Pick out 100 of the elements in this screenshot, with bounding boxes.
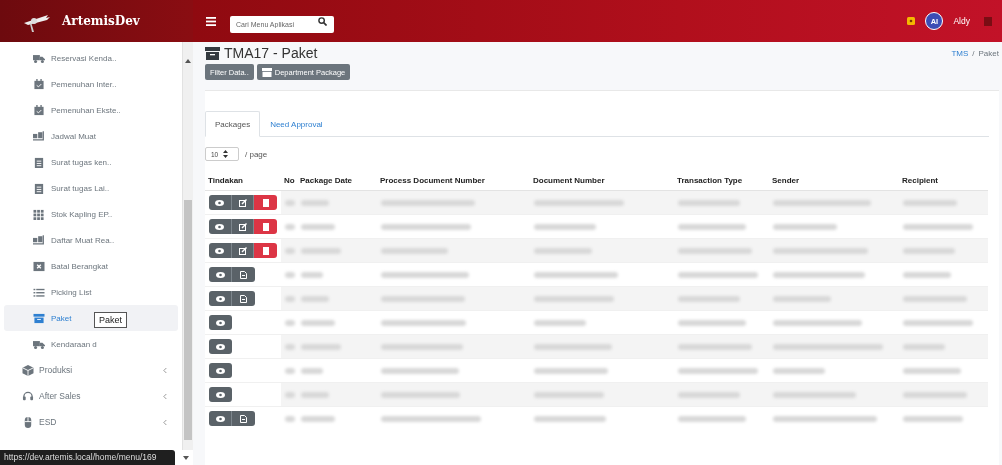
view-button[interactable] xyxy=(209,219,232,234)
column-header: Tindakan xyxy=(205,171,281,191)
column-header[interactable]: Process Document Number xyxy=(377,171,530,191)
sidebar-item[interactable]: Pemenuhan Inter.. xyxy=(4,71,119,97)
column-header[interactable]: Document Number xyxy=(530,171,674,191)
close-box-icon xyxy=(33,260,45,272)
clipboard-icon xyxy=(33,182,45,194)
redacted-text xyxy=(285,247,295,254)
tab[interactable]: Packages xyxy=(205,111,261,137)
redacted-text xyxy=(534,319,586,326)
redacted-text xyxy=(285,367,295,374)
sidebar-item[interactable]: Surat tugas Lai.. xyxy=(4,175,112,201)
edit-button[interactable] xyxy=(231,243,255,258)
mouse-icon xyxy=(22,416,34,428)
page-title: TMA17 - Paket xyxy=(224,45,318,61)
redacted-text xyxy=(678,295,740,302)
view-button[interactable] xyxy=(209,315,232,330)
edit-button[interactable] xyxy=(231,219,255,234)
list-icon xyxy=(33,286,45,298)
redacted-text xyxy=(301,223,335,230)
delete-button[interactable] xyxy=(254,219,277,234)
eye-icon xyxy=(216,367,225,374)
box-icon xyxy=(261,67,272,77)
redacted-text xyxy=(773,295,831,302)
edit-icon xyxy=(238,222,247,231)
menu-icon[interactable] xyxy=(206,16,216,26)
redacted-text xyxy=(773,367,825,374)
scroll-up-icon[interactable] xyxy=(185,59,192,63)
document-button[interactable] xyxy=(232,267,255,282)
eye-icon xyxy=(215,223,225,230)
view-button[interactable] xyxy=(209,291,232,306)
edit-icon xyxy=(238,198,247,207)
redacted-text xyxy=(903,343,945,350)
sidebar-item[interactable]: Surat tugas ken.. xyxy=(4,149,114,175)
redacted-text xyxy=(301,415,335,422)
spinner-arrows-icon xyxy=(223,150,229,158)
redacted-text xyxy=(301,343,341,350)
view-button[interactable] xyxy=(209,243,232,258)
view-button[interactable] xyxy=(209,411,232,426)
app-name: ArtemisDev xyxy=(62,14,140,28)
sidebar-group[interactable]: ESD xyxy=(0,409,183,435)
redacted-text xyxy=(903,391,967,398)
column-header[interactable]: Package Date xyxy=(297,171,377,191)
delete-button[interactable] xyxy=(254,195,277,210)
redacted-text xyxy=(903,223,973,230)
view-button[interactable] xyxy=(209,363,232,378)
redacted-text xyxy=(773,223,837,230)
column-header[interactable]: Sender xyxy=(769,171,899,191)
breadcrumb-current: Paket xyxy=(978,48,999,58)
redacted-text xyxy=(301,367,323,374)
sidebar-item[interactable]: Reservasi Kenda.. xyxy=(4,45,119,71)
user-name[interactable]: Aldy xyxy=(953,16,970,26)
view-button[interactable] xyxy=(209,267,232,282)
trash-icon xyxy=(262,246,269,255)
column-header[interactable]: Transaction Type xyxy=(674,171,769,191)
notification-icon[interactable] xyxy=(907,17,916,25)
redacted-text xyxy=(301,199,329,206)
redacted-text xyxy=(285,343,295,350)
sidebar-item[interactable]: Picking List xyxy=(4,279,94,305)
redacted-text xyxy=(534,391,604,398)
view-button[interactable] xyxy=(209,339,232,354)
calendar-check-icon xyxy=(33,78,45,90)
redacted-text xyxy=(301,271,323,278)
sidebar-item[interactable]: Daftar Muat Rea.. xyxy=(4,227,117,253)
dolly-icon xyxy=(33,234,45,246)
redacted-text xyxy=(903,295,967,302)
sidebar-group[interactable]: Produksi xyxy=(0,357,183,383)
sidebar-item[interactable]: Stok Kapling EP.. xyxy=(4,201,115,227)
document-button[interactable] xyxy=(232,411,255,426)
redacted-text xyxy=(903,271,951,278)
sidebar-item[interactable]: Batal Berangkat xyxy=(4,253,110,279)
breadcrumb-separator: / xyxy=(972,48,975,58)
eye-icon xyxy=(216,391,225,398)
delete-button[interactable] xyxy=(254,243,277,258)
search-icon[interactable] xyxy=(318,16,327,26)
sidebar-item[interactable]: Pemenuhan Ekste.. xyxy=(4,97,123,123)
dolly-icon xyxy=(33,130,45,142)
redacted-text xyxy=(301,391,329,398)
truck-icon xyxy=(33,338,45,350)
column-header: Recipient xyxy=(899,171,988,191)
sidebar-item[interactable]: Kendaraan d xyxy=(4,331,99,357)
truck-icon xyxy=(33,52,45,64)
document-icon xyxy=(240,414,247,423)
view-button[interactable] xyxy=(209,195,232,210)
tooltip: Paket xyxy=(94,312,127,328)
scroll-down-icon[interactable] xyxy=(183,455,189,460)
page-size-label: / page xyxy=(245,149,268,159)
edit-button[interactable] xyxy=(231,195,255,210)
scrollbar[interactable] xyxy=(182,42,193,450)
view-button[interactable] xyxy=(209,387,232,402)
sidebar-item[interactable]: Jadwal Muat xyxy=(4,123,98,149)
tab[interactable]: Need Approval xyxy=(260,111,333,137)
document-button[interactable] xyxy=(232,291,255,306)
redacted-text xyxy=(285,199,295,206)
chevron-left-icon xyxy=(163,366,169,374)
sidebar-group[interactable]: After Sales xyxy=(0,383,183,409)
redacted-text xyxy=(285,391,295,398)
redacted-text xyxy=(903,367,961,374)
breadcrumb-link[interactable]: TMS xyxy=(951,48,969,58)
redacted-text xyxy=(678,391,740,398)
